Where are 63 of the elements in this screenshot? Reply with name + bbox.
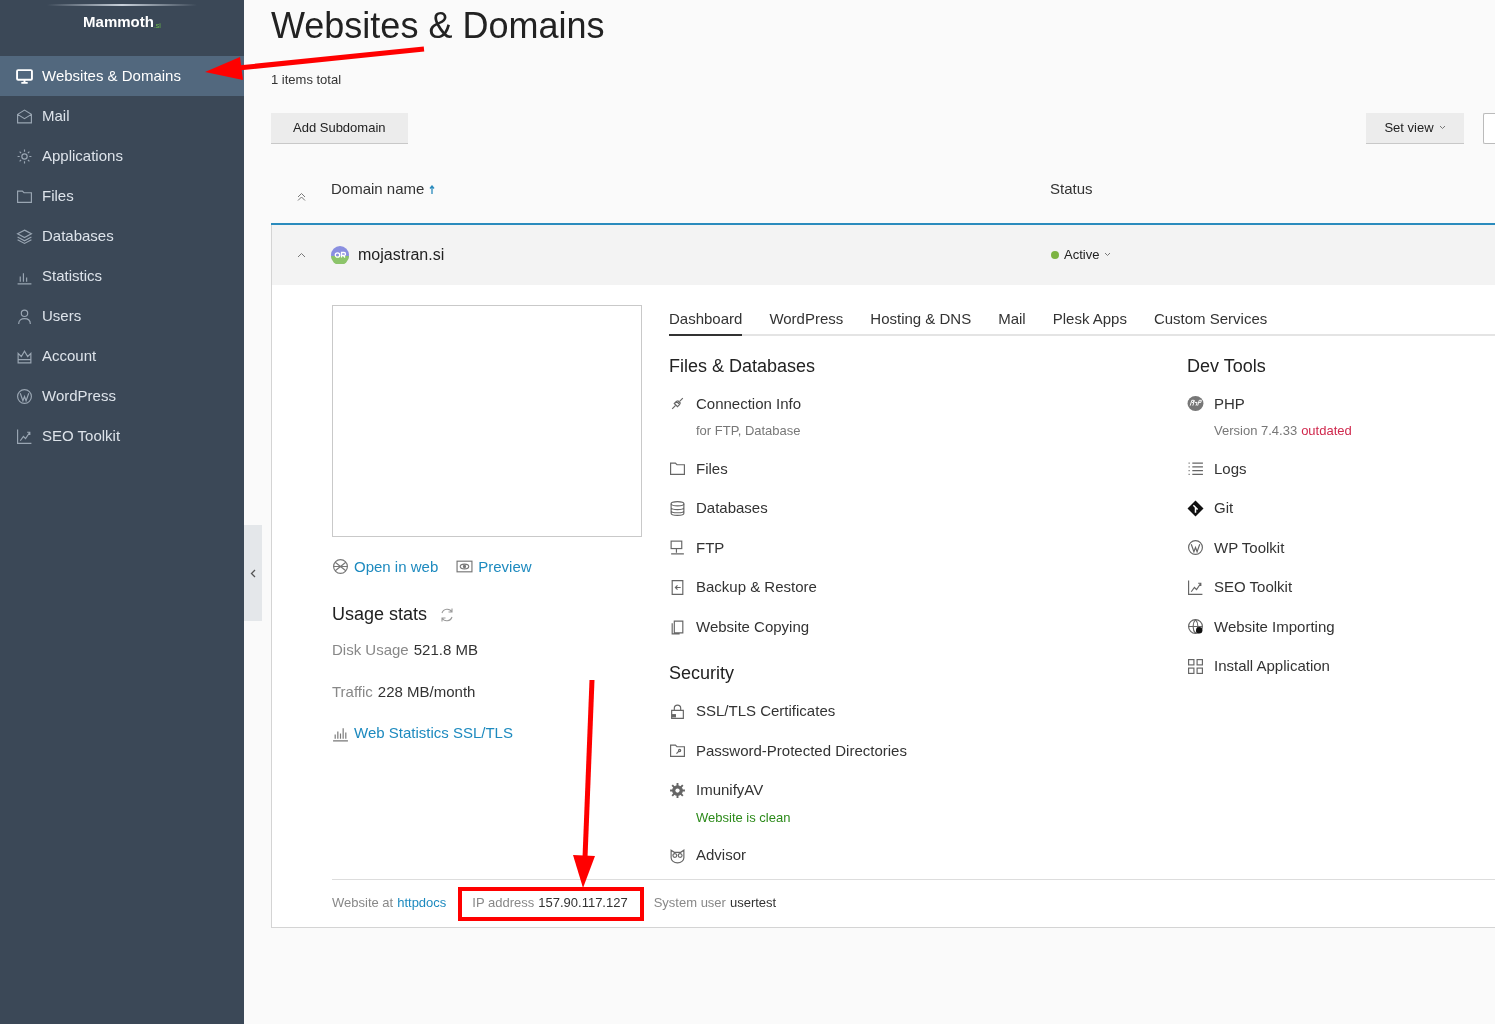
- tool-link[interactable]: Databases: [669, 497, 768, 520]
- add-subdomain-button[interactable]: Add Subdomain: [271, 112, 408, 144]
- tab[interactable]: Custom Services: [1153, 304, 1268, 336]
- sidebar-item[interactable]: Applications: [0, 136, 244, 176]
- usage-stats-heading: Usage stats: [332, 603, 428, 626]
- site-link[interactable]: Open in web: [332, 555, 439, 578]
- sidebar-item[interactable]: Databases: [0, 216, 244, 256]
- tab[interactable]: Hosting & DNS: [870, 304, 972, 336]
- column-header[interactable]: Status: [1050, 178, 1093, 201]
- tool-link[interactable]: WP Toolkit: [1187, 536, 1285, 559]
- footer-label: System user: [653, 894, 726, 913]
- stat-value: 521.8 MB: [413, 640, 478, 660]
- tool-link[interactable]: Website Copying: [669, 615, 810, 638]
- tool-link[interactable]: Git: [1187, 497, 1234, 520]
- footer-value: usertest: [729, 894, 777, 913]
- tool-note: for FTP, Database: [696, 422, 801, 440]
- tool-note: Version 7.4.33: [1214, 422, 1298, 440]
- tool-link[interactable]: SEO Toolkit: [1187, 576, 1293, 599]
- domain-link[interactable]: mojastran.si: [358, 242, 1051, 267]
- stat-label: Disk Usage: [332, 640, 409, 660]
- logo-text: Mammoth: [83, 12, 154, 32]
- tool-link[interactable]: Connection Info: [669, 392, 802, 415]
- sidebar-item[interactable]: SEO Toolkit: [0, 416, 244, 456]
- web-statistics-link[interactable]: Web Statistics SSL/TLS: [332, 722, 642, 745]
- sidebar-item[interactable]: Websites & Domains: [0, 56, 244, 96]
- tool-note: Website is clean: [696, 808, 791, 827]
- items-count: 1 items total: [271, 71, 343, 89]
- tool-link[interactable]: PHP: [1187, 392, 1245, 415]
- tool-link[interactable]: SSL/TLS Certificates: [669, 700, 836, 723]
- tool-link[interactable]: Password-Protected Directories: [669, 739, 907, 762]
- stat-label: Traffic: [332, 681, 373, 702]
- tab[interactable]: Mail: [998, 304, 1026, 336]
- sidebar-item[interactable]: Users: [0, 296, 244, 336]
- tool-link[interactable]: FTP: [669, 536, 725, 559]
- folder-link[interactable]: httpdocs: [397, 893, 447, 913]
- tool-link[interactable]: Install Application: [1187, 655, 1330, 678]
- status-dropdown[interactable]: Active: [1051, 244, 1112, 265]
- sidebar-item[interactable]: Statistics: [0, 256, 244, 296]
- tool-link[interactable]: Backup & Restore: [669, 576, 817, 599]
- tool-link[interactable]: Files: [669, 457, 728, 480]
- footer-label: IP address: [472, 894, 535, 913]
- warning-label: outdated: [1301, 422, 1352, 440]
- tool-link[interactable]: ImunifyAV: [669, 779, 764, 802]
- set-view-button[interactable]: Set view: [1366, 112, 1464, 144]
- stat-value: 228 MB/month: [377, 681, 476, 702]
- sidebar-item[interactable]: Files: [0, 176, 244, 216]
- footer-value: 157.90.117.127: [538, 894, 628, 913]
- section-heading: Dev Tools: [1187, 354, 1267, 378]
- tab[interactable]: Plesk Apps: [1052, 304, 1127, 336]
- sidebar-item[interactable]: Mail: [0, 96, 244, 136]
- page-title: Websites & Domains: [271, 4, 606, 48]
- sidebar-item[interactable]: WordPress: [0, 376, 244, 416]
- tab[interactable]: WordPress: [769, 304, 844, 336]
- column-header[interactable]: Domain name: [331, 178, 1050, 201]
- footer-label: Website at: [332, 894, 394, 913]
- sidebar-item[interactable]: Account: [0, 336, 244, 376]
- site-link[interactable]: Preview: [456, 555, 532, 578]
- tool-link[interactable]: Advisor: [669, 844, 747, 867]
- section-heading: Files & Databases: [669, 354, 817, 378]
- tool-link[interactable]: Website Importing: [1187, 615, 1335, 638]
- tab[interactable]: Dashboard: [669, 304, 743, 336]
- section-heading: Security: [669, 662, 736, 685]
- tool-link[interactable]: Logs: [1187, 457, 1247, 480]
